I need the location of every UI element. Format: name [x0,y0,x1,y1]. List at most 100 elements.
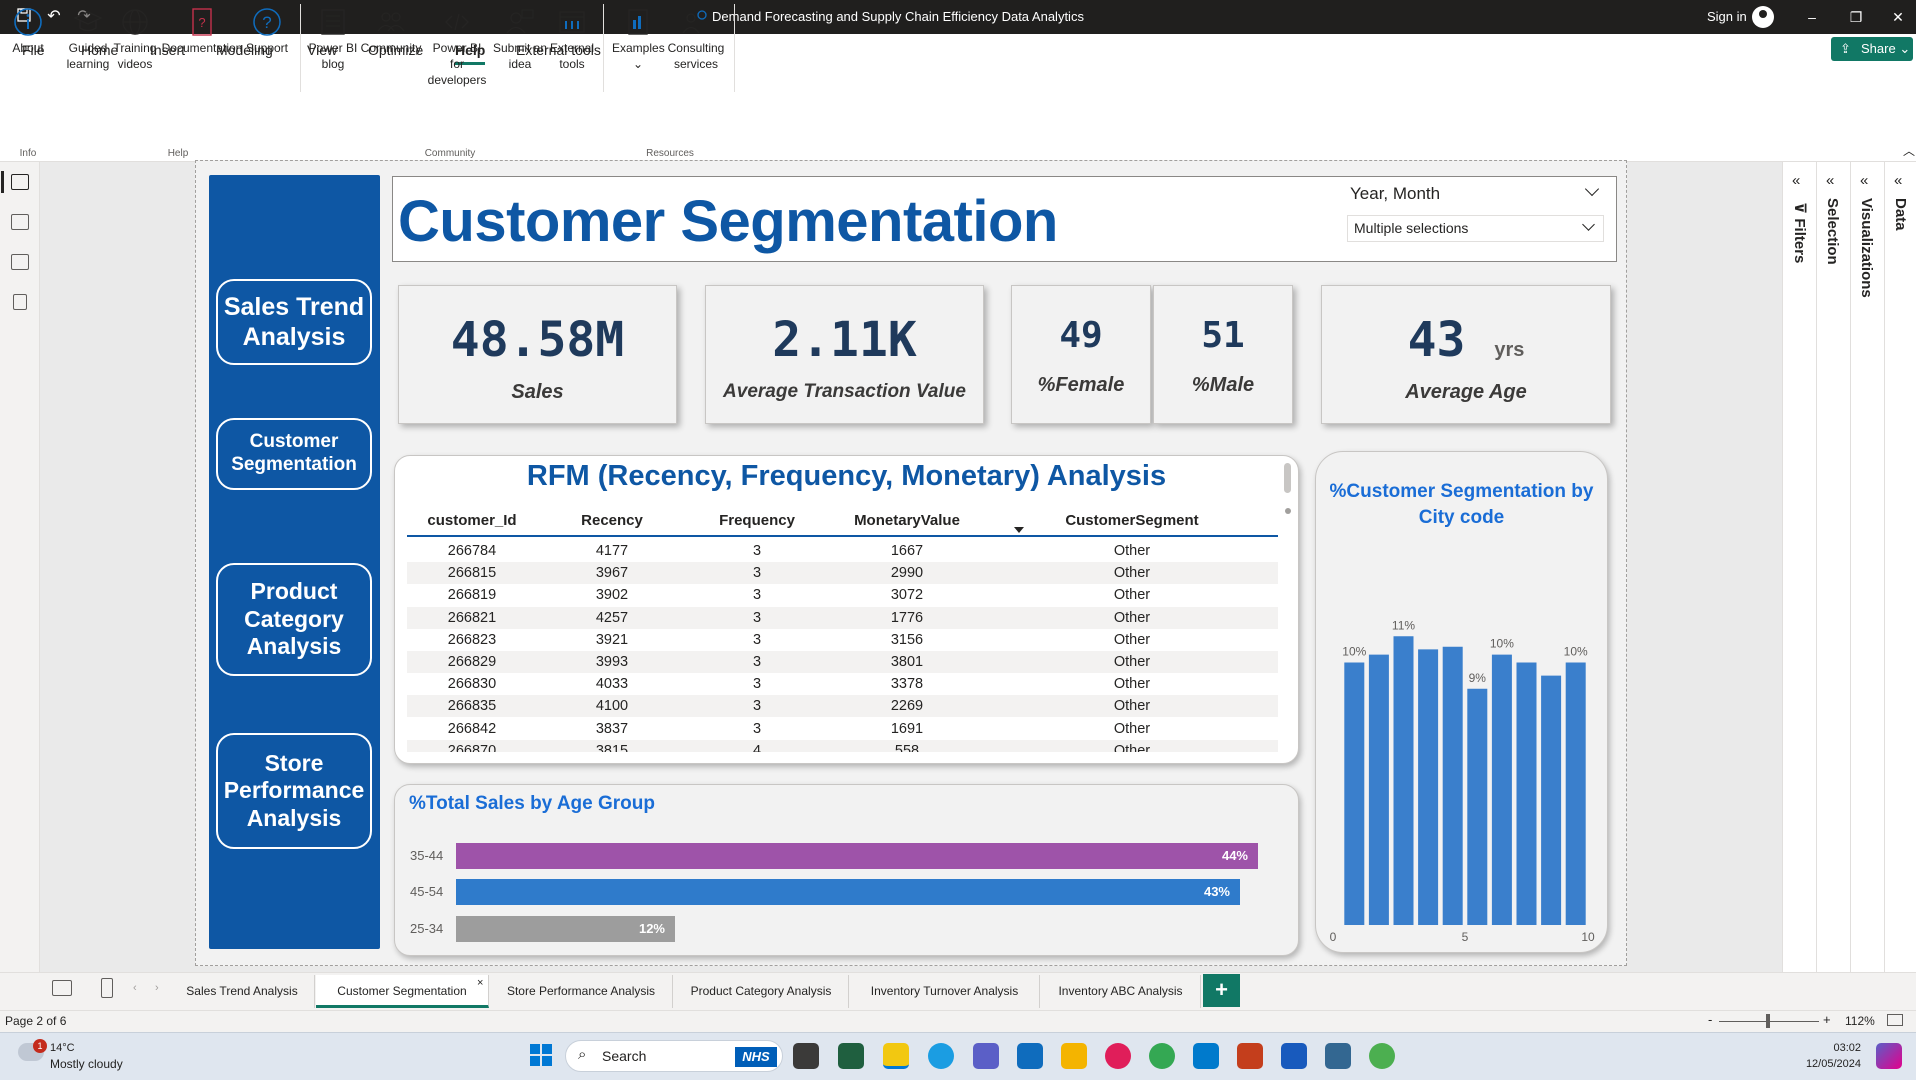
collapse-ribbon-icon[interactable]: ︿ [1903,142,1915,159]
copilot-icon[interactable] [1876,1043,1902,1069]
power-bi-developers-button[interactable]: Power BI for developers [424,6,490,88]
tab-inventory-turnover[interactable]: Inventory Turnover Analysis [850,975,1040,1008]
table-row[interactable]: 266821 4257 3 1776 Other [407,606,1278,629]
tab-customer-segmentation[interactable]: Customer Segmentation [316,975,489,1008]
bar[interactable] [1491,654,1512,925]
visualizations-label[interactable]: Visualizations [1858,198,1875,298]
tab-store-performance[interactable]: Store Performance Analysis [490,975,673,1008]
nav-store-performance-button[interactable]: Store Performance Analysis [216,733,372,849]
zoom-out-button[interactable]: - [1708,1012,1712,1027]
column-header[interactable]: CustomerSegment [1007,505,1257,537]
teams-app-icon[interactable] [973,1043,999,1069]
clock-date[interactable]: 12/05/2024 [1797,1058,1861,1070]
about-button[interactable]: About [9,6,47,56]
nav-customer-segmentation-button[interactable]: Customer Segmentation [216,418,372,490]
selection-pane[interactable] [1816,162,1850,972]
dax-query-view-icon[interactable] [13,294,27,310]
sign-in-link[interactable]: Sign in [1707,9,1747,24]
scrollbar-handle[interactable] [1285,508,1291,514]
pycharm-app-icon[interactable] [838,1043,864,1069]
restore-button[interactable]: ❐ [1844,6,1868,28]
expand-selection-icon[interactable]: « [1826,172,1834,189]
column-header[interactable]: MonetaryValue [827,505,987,537]
postgresql-app-icon[interactable] [1325,1043,1351,1069]
store-app-icon[interactable] [1017,1043,1043,1069]
tab-inventory-abc[interactable]: Inventory ABC Analysis [1041,975,1201,1008]
table-view-icon[interactable] [11,214,29,230]
data-pane[interactable] [1884,162,1916,972]
filters-pane[interactable] [1782,162,1816,972]
scrollbar-thumb[interactable] [1284,463,1291,493]
documentation-button[interactable]: ? Documentation [160,6,244,56]
zoom-slider-thumb[interactable] [1766,1014,1770,1028]
table-row[interactable]: 266815 3967 3 2990 Other [407,562,1278,585]
windows-start-icon[interactable] [529,1043,553,1072]
external-tools-button[interactable]: External tools [548,6,596,72]
support-button[interactable]: ? Support [244,6,290,56]
bar[interactable] [1565,662,1586,926]
bar[interactable] [1442,646,1463,925]
mobile-layout-icon[interactable] [101,978,113,998]
expand-filters-icon[interactable]: « [1792,172,1800,189]
loading-app-icon[interactable] [1369,1043,1395,1069]
examples-button[interactable]: Examples ⌄ [612,6,665,72]
sort-descending-icon[interactable] [1014,527,1024,533]
table-row[interactable]: 266784 4177 3 1667 Other [407,540,1278,562]
bar[interactable] [1368,654,1389,925]
bar[interactable] [1393,636,1414,925]
table-scrollbar[interactable] [1283,461,1292,749]
submit-idea-button[interactable]: Submit an idea [490,6,550,72]
training-videos-button[interactable]: Training videos [112,6,158,72]
fit-to-page-icon[interactable] [1887,1014,1903,1026]
close-button[interactable]: ✕ [1886,6,1910,28]
bar[interactable] [1541,675,1562,925]
account-avatar-icon[interactable] [1752,6,1774,28]
desktop-layout-icon[interactable] [52,980,72,996]
table-row[interactable]: 266830 4033 3 3378 Other [407,673,1278,695]
data-label[interactable]: Data [1892,198,1909,231]
column-header[interactable]: customer_Id [407,505,537,537]
chrome-browser-icon[interactable] [1149,1043,1175,1069]
column-header[interactable]: Recency [537,505,687,537]
expand-visualizations-icon[interactable]: « [1860,172,1868,189]
power-bi-app-icon[interactable] [883,1043,909,1069]
file-explorer-icon[interactable] [1061,1043,1087,1069]
table-row[interactable]: 266842 3837 3 1691 Other [407,718,1278,740]
previous-page-arrow-icon[interactable]: ‹ [133,982,137,994]
next-page-arrow-icon[interactable]: › [155,982,159,994]
filters-label[interactable]: ⊽ Filters [1790,202,1808,263]
close-tab-icon[interactable]: × [477,977,483,989]
expand-data-icon[interactable]: « [1894,172,1902,189]
table-row[interactable]: 266835 4100 3 2269 Other [407,695,1278,718]
community-button[interactable]: Community [358,6,424,56]
powerpoint-app-icon[interactable] [1237,1043,1263,1069]
consulting-services-button[interactable]: Consulting services [664,6,728,72]
power-bi-blog-button[interactable]: Power BI blog [308,6,358,72]
edge-browser-icon[interactable] [928,1043,954,1069]
table-row[interactable]: 266829 3993 3 3801 Other [407,651,1278,673]
guided-learning-button[interactable]: Guided learning [66,6,110,72]
tab-product-category[interactable]: Product Category Analysis [674,975,849,1008]
word-app-icon[interactable] [1281,1043,1307,1069]
share-button[interactable]: ⇪ Share ⌄ [1831,37,1913,61]
selection-label[interactable]: Selection [1824,198,1841,265]
clock-time[interactable]: 03:02 [1821,1042,1861,1054]
weather-temperature[interactable]: 14°C [50,1042,75,1054]
report-view-icon[interactable] [1,171,29,193]
weather-description[interactable]: Mostly cloudy [50,1057,123,1071]
add-page-button[interactable]: + [1203,974,1240,1007]
year-month-slicer[interactable]: Multiple selections [1347,215,1604,242]
nav-product-category-button[interactable]: Product Category Analysis [216,563,372,676]
column-header[interactable]: Frequency [687,505,827,537]
tab-sales-trend[interactable]: Sales Trend Analysis [170,975,315,1008]
vscode-app-icon[interactable] [1193,1043,1219,1069]
bar[interactable] [1418,649,1439,925]
model-view-icon[interactable] [11,254,29,270]
table-row[interactable]: 266819 3902 3 3072 Other [407,584,1278,606]
minimize-button[interactable]: – [1800,6,1824,28]
nav-sales-trend-button[interactable]: Sales Trend Analysis [216,279,372,365]
slack-app-icon[interactable] [1105,1043,1131,1069]
bar[interactable] [1344,662,1365,926]
bar[interactable] [1467,688,1488,925]
bar[interactable] [1516,662,1537,926]
